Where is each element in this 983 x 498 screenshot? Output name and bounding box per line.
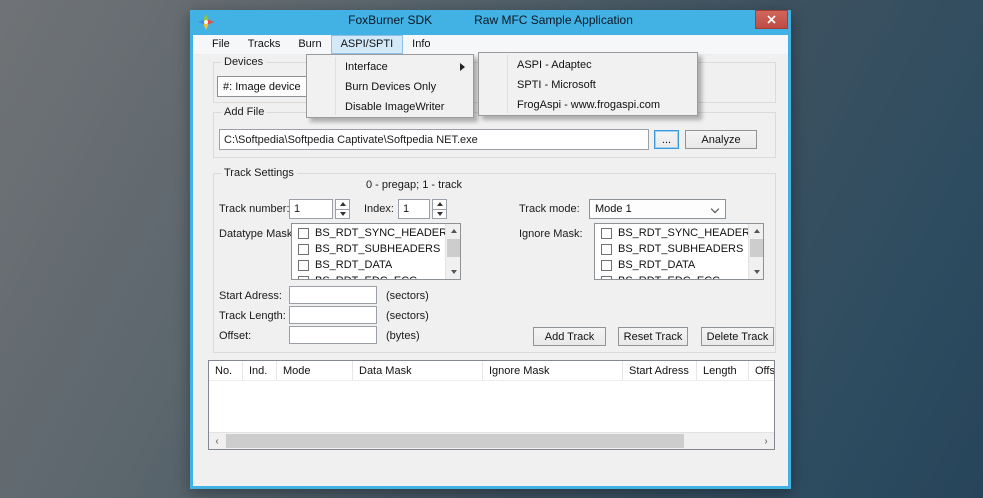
track-length-label: Track Length:	[219, 310, 286, 322]
track-number-label: Track number:	[219, 203, 290, 215]
checkbox-icon[interactable]	[298, 275, 309, 279]
scrollbar-thumb[interactable]	[750, 239, 763, 257]
reset-track-button[interactable]: Reset Track	[618, 327, 688, 346]
offset-unit: (bytes)	[386, 330, 420, 342]
aspi-spti-menu: Interface Burn Devices Only Disable Imag…	[306, 54, 474, 118]
spin-up-icon[interactable]	[335, 199, 350, 210]
index-spinner[interactable]	[432, 199, 447, 219]
menu-item-interface[interactable]: Interface	[307, 57, 473, 77]
checkbox-icon[interactable]	[298, 243, 309, 255]
index-input[interactable]: 1	[398, 199, 430, 219]
menu-info[interactable]: Info	[403, 35, 439, 54]
start-adress-label: Start Adress:	[219, 290, 282, 302]
menu-item-spti-microsoft[interactable]: SPTI - Microsoft	[479, 75, 697, 95]
track-mode-select[interactable]: Mode 1	[589, 199, 726, 219]
delete-track-button[interactable]: Delete Track	[701, 327, 774, 346]
track-settings-group-label: Track Settings	[221, 167, 297, 180]
spin-up-icon[interactable]	[432, 199, 447, 210]
checkbox-icon[interactable]	[601, 227, 612, 239]
close-icon	[767, 15, 776, 24]
menu-item-disable-imagewriter[interactable]: Disable ImageWriter	[307, 97, 473, 117]
app-window: FoxBurner SDK Raw MFC Sample Application …	[190, 10, 791, 489]
track-number-input[interactable]: 1	[289, 199, 333, 219]
scroll-up-icon[interactable]	[749, 224, 763, 238]
device-select-value: #: Image device	[223, 80, 301, 93]
menu-burn[interactable]: Burn	[289, 35, 330, 54]
track-length-input[interactable]	[289, 306, 377, 324]
column-header-offset[interactable]: Offset	[749, 361, 774, 380]
mask-item[interactable]: BS_RDT_DATA	[595, 257, 748, 273]
mask-item[interactable]: BS_RDT_EDC_ECC	[595, 273, 748, 279]
add-track-button[interactable]: Add Track	[533, 327, 606, 346]
vertical-scrollbar[interactable]	[445, 224, 460, 279]
menu-item-aspi-adaptec[interactable]: ASPI - Adaptec	[479, 55, 697, 75]
column-header-ignore-mask[interactable]: Ignore Mask	[483, 361, 623, 380]
datatype-mask-listbox[interactable]: BS_RDT_SYNC_HEADER BS_RDT_SUBHEADERS BS_…	[291, 223, 461, 280]
submenu-arrow-icon	[460, 63, 465, 71]
track-list: No. Ind. Mode Data Mask Ignore Mask Star…	[208, 360, 775, 450]
menu-tracks[interactable]: Tracks	[239, 35, 290, 54]
spin-down-icon[interactable]	[335, 209, 350, 219]
devices-group-label: Devices	[221, 56, 267, 69]
scrollbar-thumb[interactable]	[447, 239, 460, 257]
datatype-mask-label: Datatype Mask:	[219, 228, 296, 240]
mask-item[interactable]: BS_RDT_SUBHEADERS	[595, 241, 748, 257]
vertical-scrollbar[interactable]	[748, 224, 763, 279]
scroll-up-icon[interactable]	[446, 224, 460, 238]
start-adress-unit: (sectors)	[386, 290, 429, 302]
offset-label: Offset:	[219, 330, 252, 342]
menu-aspi-spti[interactable]: ASPI/SPTI	[330, 35, 404, 54]
menu-item-burn-devices-only[interactable]: Burn Devices Only	[307, 77, 473, 97]
interface-submenu: ASPI - Adaptec SPTI - Microsoft FrogAspi…	[478, 52, 698, 116]
spin-down-icon[interactable]	[432, 209, 447, 219]
track-settings-group: Track Settings 0 - pregap; 1 - track Tra…	[213, 167, 776, 353]
track-mode-label: Track mode:	[519, 203, 580, 215]
scroll-down-icon[interactable]	[446, 265, 460, 279]
mask-item[interactable]: BS_RDT_SUBHEADERS	[292, 241, 445, 257]
track-list-body[interactable]	[209, 382, 774, 432]
start-adress-input[interactable]	[289, 286, 377, 304]
add-file-group: Add File C:\Softpedia\Softpedia Captivat…	[213, 106, 776, 158]
track-list-header: No. Ind. Mode Data Mask Ignore Mask Star…	[209, 361, 774, 381]
scrollbar-thumb[interactable]	[226, 434, 684, 448]
horizontal-scrollbar[interactable]: ‹ ›	[209, 432, 774, 449]
mask-item[interactable]: BS_RDT_SYNC_HEADER	[595, 225, 748, 241]
analyze-button[interactable]: Analyze	[685, 130, 757, 149]
track-number-spinner[interactable]	[335, 199, 350, 219]
mask-item[interactable]: BS_RDT_EDC_ECC	[292, 273, 445, 279]
column-header-ind[interactable]: Ind.	[243, 361, 277, 380]
chevron-down-icon	[710, 204, 720, 214]
column-header-length[interactable]: Length	[697, 361, 749, 380]
close-button[interactable]	[755, 10, 788, 29]
titlebar[interactable]: FoxBurner SDK Raw MFC Sample Application	[190, 10, 791, 35]
mask-item[interactable]: BS_RDT_SYNC_HEADER	[292, 225, 445, 241]
checkbox-icon[interactable]	[298, 259, 309, 271]
browse-button[interactable]: ...	[654, 130, 679, 149]
column-header-start-adress[interactable]: Start Adress	[623, 361, 697, 380]
menu-file[interactable]: File	[203, 35, 239, 54]
checkbox-icon[interactable]	[601, 259, 612, 271]
checkbox-icon[interactable]	[601, 275, 612, 279]
scroll-right-icon[interactable]: ›	[758, 433, 774, 449]
index-label: Index:	[364, 203, 394, 215]
checkbox-icon[interactable]	[298, 227, 309, 239]
window-title: FoxBurner SDK Raw MFC Sample Application	[348, 13, 633, 27]
column-header-mode[interactable]: Mode	[277, 361, 353, 380]
column-header-data-mask[interactable]: Data Mask	[353, 361, 483, 380]
track-mode-value: Mode 1	[595, 203, 632, 215]
ignore-mask-listbox[interactable]: BS_RDT_SYNC_HEADER BS_RDT_SUBHEADERS BS_…	[594, 223, 764, 280]
file-path-input[interactable]: C:\Softpedia\Softpedia Captivate\Softped…	[219, 129, 649, 150]
offset-input[interactable]	[289, 326, 377, 344]
column-header-no[interactable]: No.	[209, 361, 243, 380]
scroll-down-icon[interactable]	[749, 265, 763, 279]
pregap-hint: 0 - pregap; 1 - track	[366, 179, 462, 191]
add-file-group-label: Add File	[221, 106, 268, 119]
scroll-left-icon[interactable]: ‹	[209, 433, 225, 449]
ignore-mask-label: Ignore Mask:	[519, 228, 583, 240]
track-length-unit: (sectors)	[386, 310, 429, 322]
checkbox-icon[interactable]	[601, 243, 612, 255]
menu-item-frogaspi[interactable]: FrogAspi - www.frogaspi.com	[479, 95, 697, 115]
mask-item[interactable]: BS_RDT_DATA	[292, 257, 445, 273]
